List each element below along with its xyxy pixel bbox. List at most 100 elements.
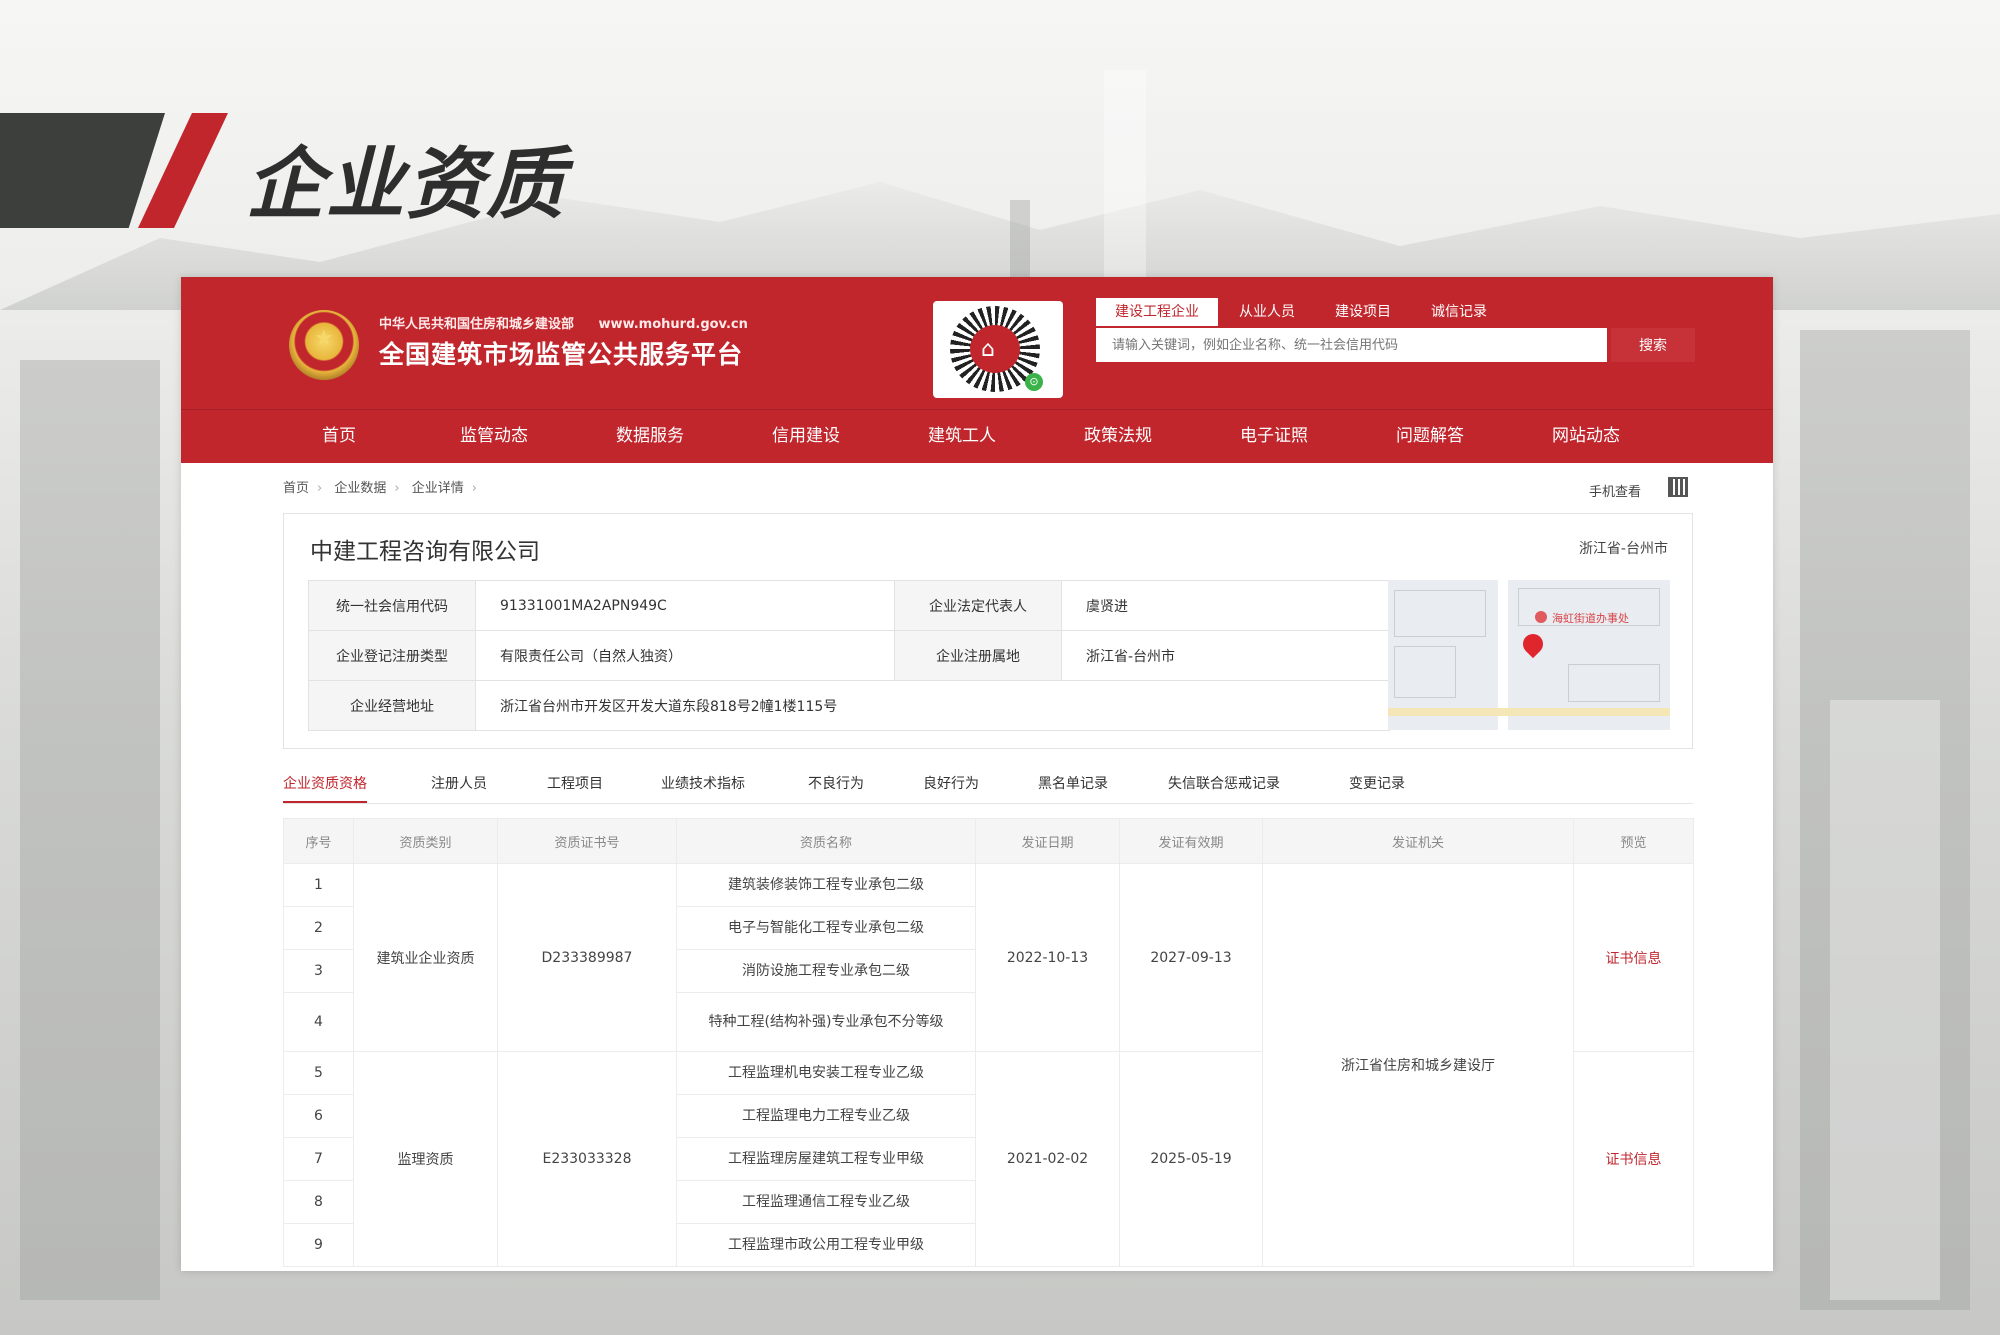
qr-code-icon: ⌂ ⊙ (933, 301, 1063, 398)
row-number: 5 (283, 1051, 354, 1095)
tab-performance[interactable]: 业绩技术指标 (661, 771, 745, 803)
issue-date: 2022-10-13 (975, 863, 1120, 1052)
building-icon: ⌂ (981, 337, 995, 362)
row-number: 4 (283, 992, 354, 1052)
value-reg-type: 有限责任公司（自然人独资） (475, 630, 895, 681)
label-credit-code: 统一社会信用代码 (308, 580, 476, 631)
breadcrumb-enterprise-data[interactable]: 企业数据 (334, 481, 386, 496)
search-tabs: 建设工程企业 从业人员 建设项目 诚信记录 (1096, 298, 1508, 328)
tab-projects[interactable]: 工程项目 (547, 771, 603, 803)
label-legal-rep: 企业法定代表人 (894, 580, 1062, 631)
breadcrumb-enterprise-detail: 企业详情 (411, 481, 464, 496)
col-header: 发证有效期 (1119, 818, 1263, 864)
main-nav: 首页 监管动态 数据服务 信用建设 建筑工人 政策法规 电子证照 问题解答 网站… (277, 410, 1677, 463)
tab-registered-staff[interactable]: 注册人员 (431, 771, 487, 803)
certificate-number: D233389987 (497, 863, 677, 1052)
background-building (1830, 700, 1940, 1300)
tab-good-behavior[interactable]: 良好行为 (923, 771, 979, 803)
nav-e-license[interactable]: 电子证照 (1240, 410, 1308, 463)
row-number: 3 (283, 949, 354, 993)
breadcrumb-separator: › (471, 481, 477, 496)
nav-credit[interactable]: 信用建设 (772, 410, 840, 463)
label-reg-place: 企业注册属地 (894, 630, 1062, 681)
valid-until: 2027-09-13 (1119, 863, 1263, 1052)
nav-workers[interactable]: 建筑工人 (928, 410, 996, 463)
col-header: 资质证书号 (497, 818, 677, 864)
valid-until: 2025-05-19 (1119, 1051, 1263, 1267)
breadcrumb-separator: › (394, 481, 400, 496)
qualification-table: 序号 资质类别 资质证书号 资质名称 发证日期 发证有效期 发证机关 预览 1 … (283, 818, 1694, 1267)
qr-logo (970, 325, 1020, 373)
col-header: 序号 (283, 818, 354, 864)
nav-policy[interactable]: 政策法规 (1084, 410, 1152, 463)
mini-program-icon: ⊙ (1025, 373, 1043, 391)
breadcrumb-separator: › (317, 481, 323, 496)
search-tab-personnel[interactable]: 从业人员 (1220, 298, 1314, 326)
certificate-number: E233033328 (497, 1051, 677, 1267)
row-number: 7 (283, 1137, 354, 1181)
qualification-category: 建筑业企业资质 (353, 863, 498, 1052)
col-header: 资质名称 (676, 818, 976, 864)
background-tower (1104, 70, 1146, 290)
certificate-info-link[interactable]: 证书信息 (1573, 1051, 1694, 1267)
tab-blacklist[interactable]: 黑名单记录 (1038, 771, 1108, 803)
qualification-name: 电子与智能化工程专业承包二级 (676, 906, 976, 950)
breadcrumb-home[interactable]: 首页 (283, 481, 309, 496)
value-reg-place: 浙江省-台州市 (1061, 630, 1390, 681)
slide-title: 企业资质 (246, 140, 567, 230)
search-input[interactable] (1096, 328, 1607, 362)
poi-icon (1535, 611, 1547, 623)
nav-home[interactable]: 首页 (322, 410, 356, 463)
heading-dark-bar (0, 113, 165, 228)
qr-mini-icon[interactable] (1668, 477, 1688, 497)
label-reg-type: 企业登记注册类型 (308, 630, 476, 681)
qualification-name: 消防设施工程专业承包二级 (676, 949, 976, 993)
row-number: 9 (283, 1223, 354, 1267)
tab-bad-behavior[interactable]: 不良行为 (808, 771, 864, 803)
value-credit-code: 91331001MA2APN949C (475, 580, 895, 631)
location-map[interactable]: 海虹街道办事处 (1388, 580, 1670, 730)
company-name: 中建工程咨询有限公司 (310, 539, 540, 565)
search-tab-enterprise[interactable]: 建设工程企业 (1096, 298, 1218, 326)
search-button[interactable]: 搜索 (1611, 328, 1695, 362)
row-number: 6 (283, 1094, 354, 1138)
map-poi-label: 海虹街道办事处 (1552, 612, 1629, 625)
issue-date: 2021-02-02 (975, 1051, 1120, 1267)
ministry-name: 中华人民共和国住房和城乡建设部 www.mohurd.gov.cn (379, 313, 748, 332)
value-legal-rep: 虞贤进 (1061, 580, 1390, 631)
qualification-name: 工程监理房屋建筑工程专业甲级 (676, 1137, 976, 1181)
nav-faq[interactable]: 问题解答 (1396, 410, 1464, 463)
qualification-name: 工程监理通信工程专业乙级 (676, 1180, 976, 1224)
row-number: 2 (283, 906, 354, 950)
tab-qualifications[interactable]: 企业资质资格 (283, 771, 367, 803)
company-info-table: 统一社会信用代码 91331001MA2APN949C 企业法定代表人 虞贤进 … (308, 580, 1390, 731)
company-region: 浙江省-台州市 (1578, 541, 1668, 557)
search-tab-projects[interactable]: 建设项目 (1316, 298, 1410, 326)
qualification-category: 监理资质 (353, 1051, 498, 1267)
website-screenshot: ★ 中华人民共和国住房和城乡建设部 www.mohurd.gov.cn 全国建筑… (181, 277, 1773, 1271)
map-block (1568, 664, 1660, 702)
certificate-info-link[interactable]: 证书信息 (1573, 863, 1694, 1052)
map-block (1394, 590, 1486, 637)
qualification-name: 工程监理机电安装工程专业乙级 (676, 1051, 976, 1095)
tab-change-records[interactable]: 变更记录 (1349, 771, 1405, 803)
qualification-name: 建筑装修装饰工程专业承包二级 (676, 863, 976, 907)
ministry-text: 中华人民共和国住房和城乡建设部 (379, 317, 575, 332)
mobile-view-link[interactable]: 手机查看 (1589, 481, 1641, 500)
detail-tabs: 企业资质资格 注册人员 工程项目 业绩技术指标 不良行为 良好行为 黑名单记录 … (283, 771, 1693, 804)
qualification-name: 工程监理电力工程专业乙级 (676, 1094, 976, 1138)
search-tab-credit[interactable]: 诚信记录 (1412, 298, 1506, 326)
ministry-url[interactable]: www.mohurd.gov.cn (599, 317, 748, 332)
col-header: 资质类别 (353, 818, 498, 864)
nav-data-service[interactable]: 数据服务 (616, 410, 684, 463)
row-number: 8 (283, 1180, 354, 1224)
breadcrumb: 首页 › 企业数据 › 企业详情 › (283, 477, 485, 496)
row-number: 1 (283, 863, 354, 907)
tab-joint-punishment[interactable]: 失信联合惩戒记录 (1168, 771, 1280, 803)
map-pin-icon (1518, 629, 1548, 659)
col-header: 发证机关 (1262, 818, 1574, 864)
nav-site-news[interactable]: 网站动态 (1552, 410, 1620, 463)
nav-regulation-news[interactable]: 监管动态 (460, 410, 528, 463)
table-row: 1 建筑业企业资质 D233389987 建筑装修装饰工程专业承包二级 2022… (283, 863, 1694, 1267)
qualification-name: 工程监理市政公用工程专业甲级 (676, 1223, 976, 1267)
